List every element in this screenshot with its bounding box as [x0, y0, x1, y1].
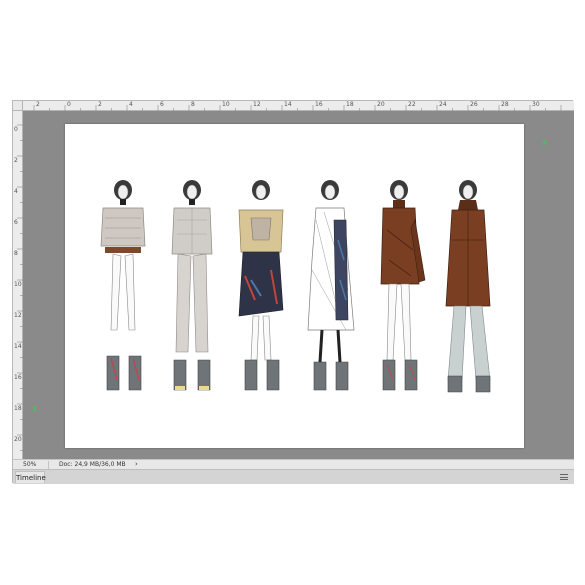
ruler-label: 4 — [14, 188, 18, 195]
fashion-figure-look-6 — [438, 180, 498, 416]
ruler-label: 12 — [14, 312, 22, 319]
look-5-illustration — [380, 180, 426, 391]
fashion-figure-look-3 — [231, 180, 291, 416]
ruler-label: 14 — [14, 343, 22, 350]
timeline-panel: Timeline — [13, 469, 574, 484]
panel-menu-icon[interactable] — [560, 474, 568, 480]
ruler-label: 6 — [160, 101, 164, 108]
horizontal-ruler-ticks — [33, 105, 562, 111]
canvas-area[interactable]: x x — [23, 111, 574, 459]
ruler-label: 10 — [222, 101, 230, 108]
fashion-figure-look-2 — [162, 180, 222, 416]
guide-marker[interactable]: x — [32, 405, 37, 414]
ruler-label: 0 — [67, 101, 71, 108]
ruler-label: 8 — [191, 101, 195, 108]
ruler-label: 26 — [470, 101, 478, 108]
ruler-label: 14 — [284, 101, 292, 108]
fashion-figure-look-1 — [93, 180, 153, 416]
ruler-label: 6 — [14, 219, 18, 226]
ruler-label: 2 — [14, 157, 18, 164]
ruler-label: 4 — [129, 101, 133, 108]
ruler-label: 18 — [346, 101, 354, 108]
ruler-label: 20 — [14, 436, 22, 443]
photoshop-window: 2 0 2 4 6 8 10 12 14 16 18 20 22 24 26 2… — [12, 100, 574, 484]
ruler-label: 2 — [98, 101, 102, 108]
fashion-figure-look-5 — [369, 180, 429, 416]
ruler-label: 22 — [408, 101, 416, 108]
guide-marker[interactable]: x — [542, 139, 547, 148]
document-size-info: Doc: 24,9 MB/36,0 MB — [59, 461, 126, 468]
ruler-label: 8 — [14, 250, 18, 257]
status-menu-arrow-icon[interactable]: › — [135, 460, 138, 469]
ruler-label: 0 — [14, 126, 18, 133]
fashion-figure-look-4 — [300, 180, 360, 416]
horizontal-ruler[interactable]: 2 0 2 4 6 8 10 12 14 16 18 20 22 24 26 2… — [23, 101, 574, 111]
look-3-illustration — [238, 180, 284, 391]
zoom-level-field[interactable]: 50% — [15, 461, 49, 469]
look-1-illustration — [100, 180, 146, 391]
ruler-label: 10 — [14, 281, 22, 288]
ruler-origin[interactable] — [13, 101, 23, 111]
ruler-label: 24 — [439, 101, 447, 108]
look-4-illustration — [307, 180, 355, 391]
ruler-label: 16 — [14, 374, 22, 381]
ruler-label: 28 — [501, 101, 509, 108]
ruler-label: 16 — [315, 101, 323, 108]
status-bar: 50% Doc: 24,9 MB/36,0 MB › — [13, 459, 574, 469]
ruler-label: 2 — [36, 101, 40, 108]
look-2-illustration — [171, 180, 213, 391]
look-6-illustration — [445, 180, 491, 393]
ruler-label: 12 — [253, 101, 261, 108]
tab-timeline[interactable]: Timeline — [15, 471, 46, 483]
vertical-ruler[interactable]: 0 2 4 6 8 10 12 14 16 18 20 — [13, 111, 23, 459]
document-canvas[interactable] — [65, 124, 524, 448]
ruler-label: 18 — [14, 405, 22, 412]
ruler-label: 20 — [377, 101, 385, 108]
ruler-label: 30 — [532, 101, 540, 108]
